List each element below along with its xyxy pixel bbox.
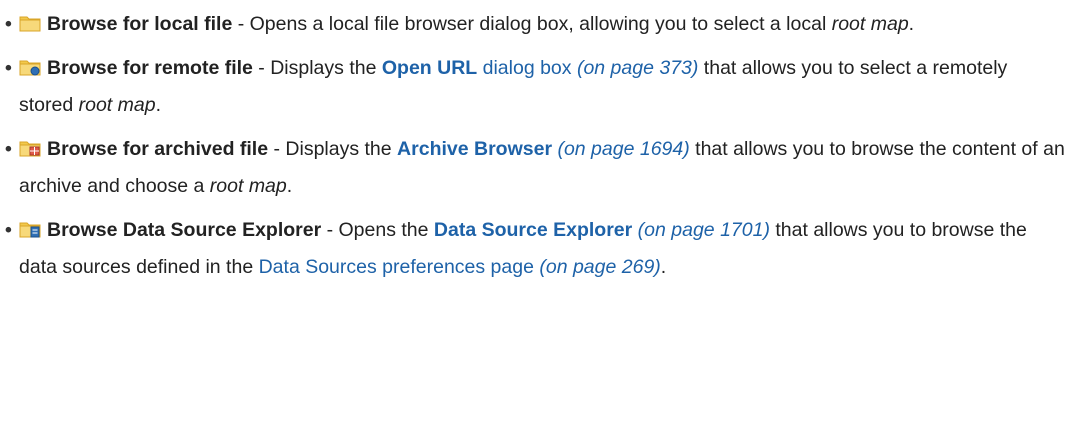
root-map-term: root map bbox=[78, 94, 156, 116]
term-browse-remote-file: Browse for remote file bbox=[47, 57, 253, 79]
bullet: • bbox=[5, 57, 12, 79]
folder-archive-icon bbox=[19, 139, 41, 157]
data-sources-preferences-link[interactable]: Data Sources preferences page bbox=[259, 256, 534, 278]
open-url-link[interactable]: Open URL bbox=[382, 57, 477, 79]
list-item-archived-file: • Browse for archived file - Displays th… bbox=[5, 131, 1065, 205]
item-text: . bbox=[660, 256, 667, 278]
bullet: • bbox=[5, 13, 12, 35]
list-item-local-file: • Browse for local file - Opens a local … bbox=[5, 6, 1065, 43]
folder-icon bbox=[19, 14, 41, 32]
term-browse-data-source-explorer: Browse Data Source Explorer bbox=[47, 219, 322, 241]
folder-datasource-icon bbox=[19, 220, 41, 238]
item-text: - Displays the bbox=[252, 57, 382, 79]
list-item-data-source-explorer: • Browse Data Source Explorer - Opens th… bbox=[5, 212, 1065, 286]
page-ref-link[interactable]: (on page 1694) bbox=[557, 138, 689, 160]
root-map-term: root map bbox=[209, 175, 287, 197]
term-browse-local-file: Browse for local file bbox=[47, 13, 233, 35]
folder-remote-icon bbox=[19, 58, 41, 76]
data-source-explorer-link[interactable]: Data Source Explorer bbox=[434, 219, 632, 241]
item-text: - Opens the bbox=[321, 219, 434, 241]
item-text: - Opens a local file browser dialog box,… bbox=[232, 13, 832, 35]
root-map-term: root map bbox=[831, 13, 909, 35]
list-item-remote-file: • Browse for remote file - Displays the … bbox=[5, 50, 1065, 124]
item-text: . bbox=[908, 13, 915, 35]
item-text: - Displays the bbox=[268, 138, 398, 160]
page-ref-link[interactable]: (on page 1701) bbox=[638, 219, 770, 241]
bullet: • bbox=[5, 138, 12, 160]
page-ref-link[interactable]: (on page 373) bbox=[577, 57, 698, 79]
item-text: . bbox=[155, 94, 161, 116]
term-browse-archived-file: Browse for archived file bbox=[47, 138, 269, 160]
item-text: . bbox=[286, 175, 293, 197]
bullet-list: • Browse for local file - Opens a local … bbox=[0, 0, 1065, 286]
dialog-box-link[interactable]: dialog box bbox=[477, 57, 572, 79]
page-ref-link[interactable]: (on page 269) bbox=[539, 256, 660, 278]
archive-browser-link[interactable]: Archive Browser bbox=[397, 138, 552, 160]
bullet: • bbox=[5, 219, 12, 241]
